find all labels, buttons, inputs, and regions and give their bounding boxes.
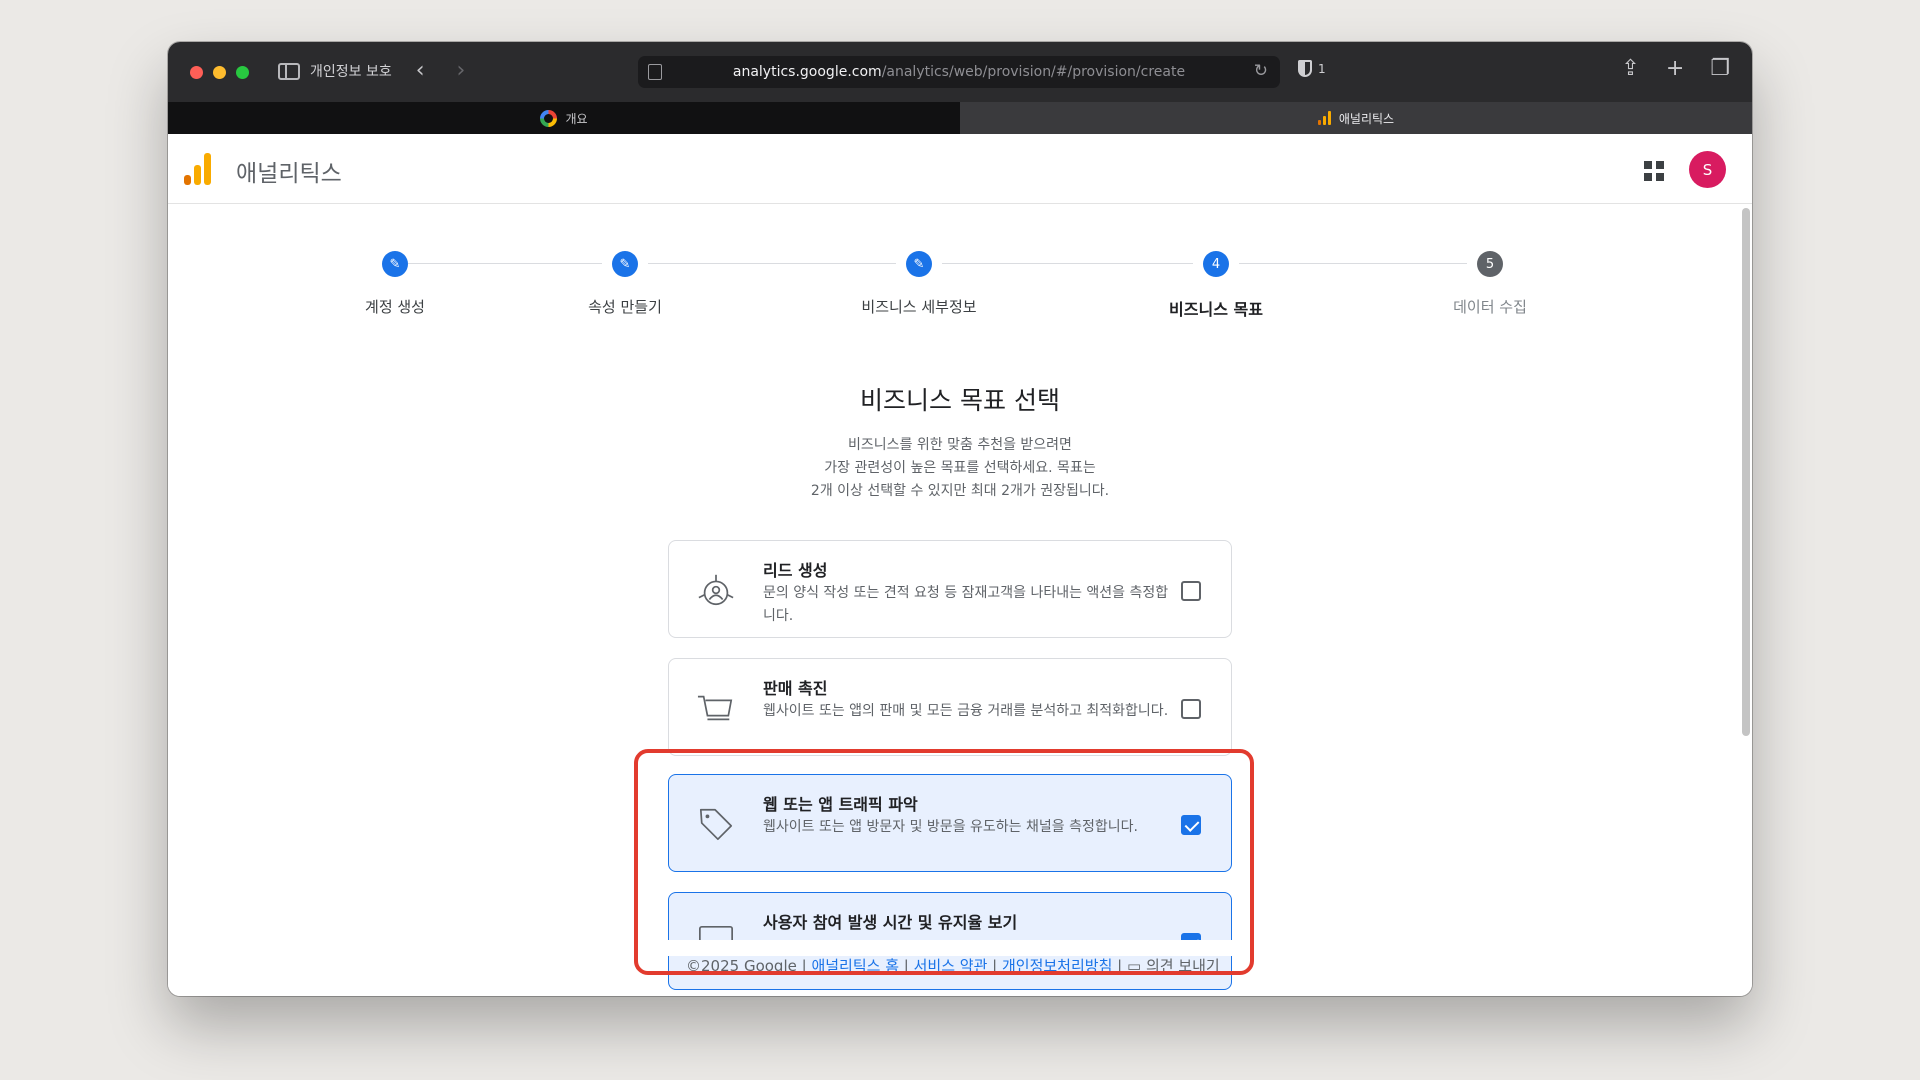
lead-target-icon (698, 574, 734, 606)
edit-icon: ✎ (906, 251, 932, 277)
tab-label: 애널리틱스 (1338, 111, 1395, 126)
edit-icon: ✎ (612, 251, 638, 277)
app-title[interactable]: 애널리틱스 (236, 154, 342, 188)
toolbar-right: ⇪ + ❐ (1621, 58, 1730, 80)
url-path: /analytics/web/provision/#/provision/cre… (881, 64, 1186, 80)
step-label: 데이터 수집 (1453, 298, 1527, 316)
browser-window: 개인정보 보호 ‹ › analytics.google.com/analyti… (168, 42, 1752, 996)
goal-card-lead-generation[interactable]: 리드 생성 문의 양식 작성 또는 견적 요청 등 잠재고객을 나타내는 액션을… (668, 540, 1232, 638)
maximize-window-button[interactable] (236, 66, 249, 79)
goal-title: 리드 생성 (763, 561, 828, 580)
goal-card-drive-sales[interactable]: 판매 촉진 웹사이트 또는 앱의 판매 및 모든 금융 거래를 분석하고 최적화… (668, 658, 1232, 756)
step-label: 비즈니스 세부정보 (861, 298, 977, 316)
site-settings-icon[interactable] (648, 64, 662, 80)
step-business-details[interactable]: ✎ 비즈니스 세부정보 (819, 251, 1019, 317)
description-line: 2개 이상 선택할 수 있지만 최대 2개가 권장됩니다. (810, 483, 1110, 499)
analytics-logo-icon[interactable] (184, 153, 211, 185)
avatar[interactable]: S (1689, 151, 1726, 188)
tab-analytics[interactable]: 애널리틱스 (960, 102, 1752, 134)
toolbar-left: 개인정보 보호 ‹ › (278, 60, 465, 82)
stepper: ✎ 계정 생성 ✎ 속성 만들기 ✎ 비즈니스 세부정보 4 비즈니스 목표 5… (168, 204, 1752, 324)
tab-bar: 개요 애널리틱스 (168, 102, 1752, 134)
goal-title: 판매 촉진 (763, 679, 828, 698)
google-icon (540, 109, 558, 127)
step-property-create[interactable]: ✎ 속성 만들기 (525, 251, 725, 317)
back-icon[interactable]: ‹ (416, 60, 425, 82)
sidebar-icon[interactable] (278, 62, 300, 80)
goal-checkbox[interactable] (1181, 581, 1201, 601)
step-account-create[interactable]: ✎ 계정 생성 (295, 251, 495, 317)
minimize-window-button[interactable] (213, 66, 226, 79)
tab-label: 개요 (565, 111, 588, 126)
edit-icon: ✎ (382, 251, 408, 277)
analytics-favicon-icon (1317, 111, 1331, 125)
step-label: 계정 생성 (365, 298, 425, 316)
apps-grid-icon[interactable] (1644, 161, 1664, 181)
app-header: 애널리틱스 S (168, 134, 1752, 204)
step-number: 4 (1203, 251, 1229, 277)
window-controls (190, 66, 249, 79)
highlight-annotation (634, 749, 1254, 975)
new-tab-icon[interactable]: + (1666, 58, 1684, 80)
reload-icon[interactable]: ↻ (1254, 61, 1268, 81)
step-label: 속성 만들기 (588, 298, 662, 316)
privacy-label[interactable]: 개인정보 보호 (310, 61, 392, 81)
step-label: 비즈니스 목표 (1169, 300, 1263, 319)
page-description: 비즈니스를 위한 맞춤 추천을 받으려면 가장 관련성이 높은 목표를 선택하세… (168, 434, 1752, 503)
address-bar[interactable]: analytics.google.com/analytics/web/provi… (638, 56, 1280, 88)
goal-checkbox[interactable] (1181, 699, 1201, 719)
step-business-goals[interactable]: 4 비즈니스 목표 (1116, 251, 1316, 320)
forward-icon: › (456, 58, 466, 83)
step-number: 5 (1477, 251, 1503, 277)
url-host: analytics.google.com (732, 64, 882, 80)
step-data-collection: 5 데이터 수집 (1390, 251, 1590, 317)
browser-toolbar: 개인정보 보호 ‹ › analytics.google.com/analyti… (168, 42, 1752, 102)
share-icon[interactable]: ⇪ (1621, 58, 1639, 80)
goal-description: 웹사이트 또는 앱의 판매 및 모든 금융 거래를 분석하고 최적화합니다. (763, 703, 1169, 719)
shield-icon (1298, 60, 1312, 77)
privacy-shield[interactable]: 1 (1298, 60, 1326, 77)
shopping-cart-icon (697, 695, 733, 721)
description-line: 비즈니스를 위한 맞춤 추천을 받으려면 (848, 437, 1072, 453)
goal-description: 문의 양식 작성 또는 견적 요청 등 잠재고객을 나타내는 액션을 측정합니다… (763, 585, 1169, 624)
close-window-button[interactable] (190, 66, 203, 79)
description-line: 가장 관련성이 높은 목표를 선택하세요. 목표는 (824, 460, 1096, 476)
main-content: ✎ 계정 생성 ✎ 속성 만들기 ✎ 비즈니스 세부정보 4 비즈니스 목표 5… (168, 204, 1752, 996)
tab-overview[interactable]: 개요 (168, 102, 960, 134)
tab-overview-icon[interactable]: ❐ (1710, 58, 1730, 80)
url-text: analytics.google.com/analytics/web/provi… (733, 64, 1185, 80)
page-title: 비즈니스 목표 선택 (860, 386, 1060, 415)
shield-count: 1 (1318, 61, 1326, 76)
